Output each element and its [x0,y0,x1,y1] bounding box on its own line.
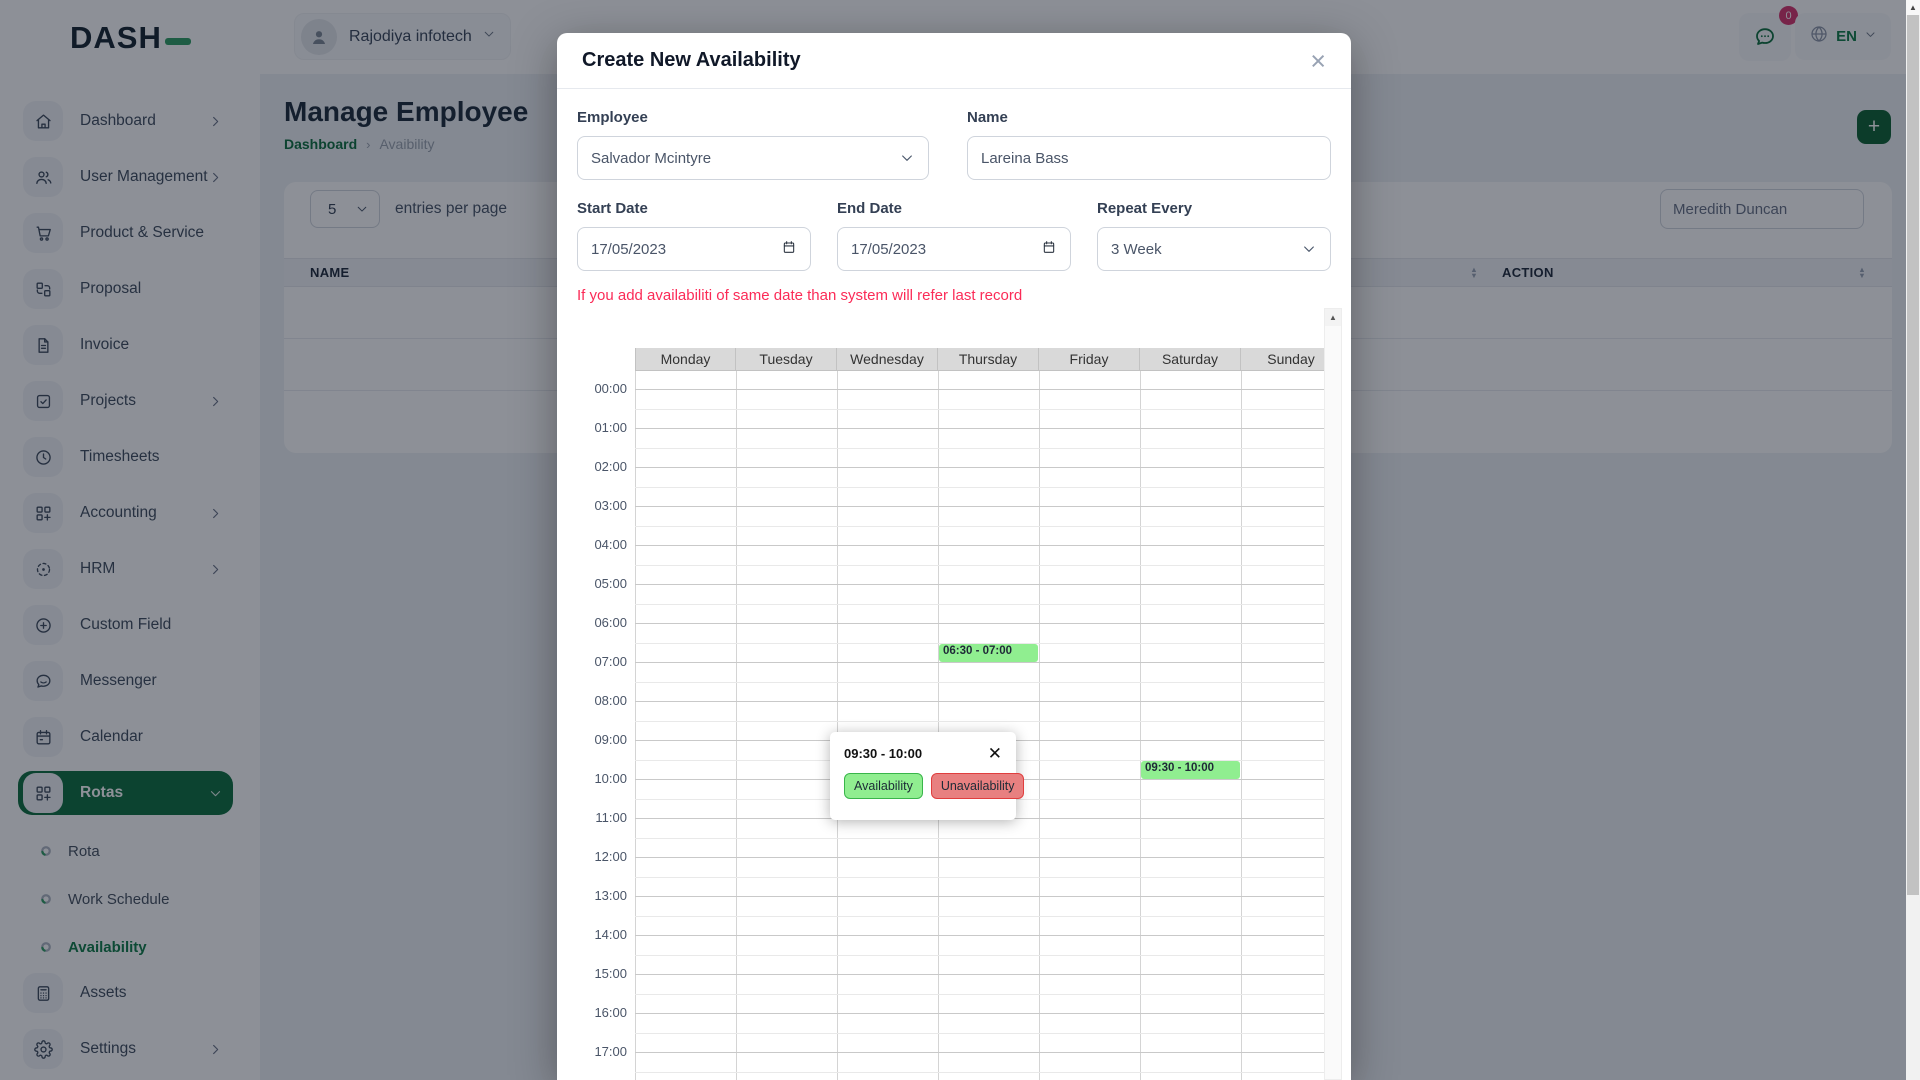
end-date-input[interactable]: 17/05/2023 [837,227,1071,271]
calendar-grid[interactable]: 09:30 - 10:00 ✕ Availability Unavailabil… [577,371,1331,1080]
start-date-label: Start Date [577,200,811,217]
employee-select-value: Salvador Mcintyre [591,150,711,167]
availability-event-saturday[interactable]: 09:30 - 10:00 [1141,761,1240,779]
availability-event-thursday[interactable]: 06:30 - 07:00 [939,644,1038,662]
time-label: 04:00 [577,537,627,552]
calendar-picker-icon[interactable] [1041,239,1057,259]
create-availability-modal: Create New Availability × Employee Salva… [557,33,1351,1080]
modal-header: Create New Availability × [557,33,1351,89]
form-row-2: Start Date 17/05/2023 End Date 17/05/202… [577,200,1331,271]
repeat-every-select[interactable]: 3 Week [1097,227,1331,271]
form-row-1: Employee Salvador Mcintyre Name [577,109,1331,180]
scroll-up-arrow-icon[interactable]: ▲ [1906,0,1920,15]
time-label: 15:00 [577,966,627,981]
popup-buttons: Availability Unavailability [844,773,1002,799]
day-header-tuesday: Tuesday [736,348,837,371]
end-date-value: 17/05/2023 [851,241,926,258]
availability-button[interactable]: Availability [844,773,923,799]
scroll-up-arrow-icon[interactable]: ▲ [1325,309,1341,326]
scrollbar-thumb[interactable] [1907,15,1919,895]
time-label: 08:00 [577,693,627,708]
time-label: 11:00 [577,810,627,825]
name-label: Name [967,109,1331,126]
same-date-warning: If you add availabiliti of same date tha… [577,287,1331,304]
modal-body: Employee Salvador Mcintyre Name Start Da… [557,89,1351,1080]
time-label: 14:00 [577,927,627,942]
time-label: 00:00 [577,381,627,396]
time-label: 02:00 [577,459,627,474]
day-header-saturday: Saturday [1140,348,1241,371]
start-date-value: 17/05/2023 [591,241,666,258]
time-label: 13:00 [577,888,627,903]
time-label: 10:00 [577,771,627,786]
time-label: 06:00 [577,615,627,630]
end-date-label: End Date [837,200,1071,217]
time-label: 01:00 [577,420,627,435]
repeat-every-label: Repeat Every [1097,200,1331,217]
day-header-sunday: Sunday [1241,348,1331,371]
start-date-input[interactable]: 17/05/2023 [577,227,811,271]
calendar-gutter [577,348,635,371]
chevron-down-icon [1301,241,1317,257]
calendar-picker-icon[interactable] [781,239,797,259]
day-header-wednesday: Wednesday [837,348,938,371]
time-label: 12:00 [577,849,627,864]
start-date-field-group: Start Date 17/05/2023 [577,200,811,271]
time-label: 07:00 [577,654,627,669]
popup-header: 09:30 - 10:00 ✕ [844,745,1002,762]
popup-time-range: 09:30 - 10:00 [844,746,922,761]
page-scrollbar[interactable]: ▲ [1906,0,1920,1080]
chevron-down-icon [899,150,915,166]
close-icon[interactable]: × [1310,50,1326,72]
day-header-friday: Friday [1039,348,1140,371]
repeat-every-field-group: Repeat Every 3 Week [1097,200,1331,271]
time-label: 17:00 [577,1044,627,1059]
employee-field-group: Employee Salvador Mcintyre [577,109,929,180]
calendar-scroll-area: MondayTuesdayWednesdayThursdayFridaySatu… [577,308,1331,1080]
employee-label: Employee [577,109,929,126]
time-label: 16:00 [577,1005,627,1020]
calendar-day-header-row: MondayTuesdayWednesdayThursdayFridaySatu… [577,348,1331,371]
employee-select[interactable]: Salvador Mcintyre [577,136,929,180]
unavailability-button[interactable]: Unavailability [931,773,1025,799]
slot-action-popup: 09:30 - 10:00 ✕ Availability Unavailabil… [830,732,1016,820]
name-field-group: Name [967,109,1331,180]
availability-calendar: MondayTuesdayWednesdayThursdayFridaySatu… [577,308,1331,1080]
name-input[interactable] [967,136,1331,180]
day-header-monday: Monday [635,348,736,371]
time-label: 09:00 [577,732,627,747]
day-header-thursday: Thursday [938,348,1039,371]
modal-title: Create New Availability [582,49,801,72]
end-date-field-group: End Date 17/05/2023 [837,200,1071,271]
modal-scrollbar[interactable]: ▲ [1324,308,1342,1080]
repeat-every-value: 3 Week [1111,241,1162,258]
time-label: 05:00 [577,576,627,591]
time-label: 03:00 [577,498,627,513]
close-icon[interactable]: ✕ [988,745,1002,762]
